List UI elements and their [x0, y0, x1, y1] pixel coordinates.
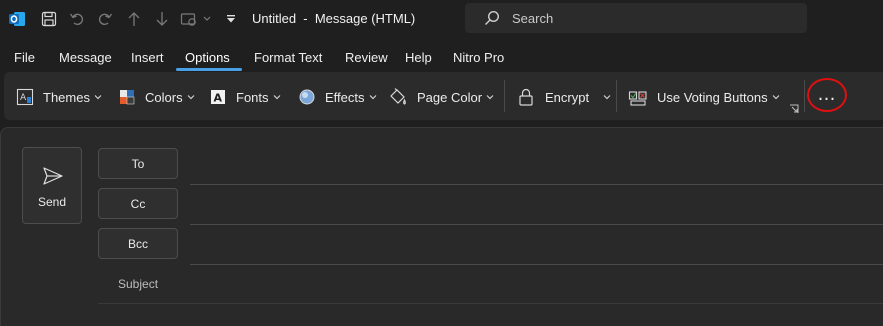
to-field[interactable]	[190, 184, 883, 185]
bcc-button[interactable]: Bcc	[98, 228, 178, 259]
colors-button[interactable]: Colors	[118, 88, 195, 106]
bcc-field[interactable]	[190, 264, 883, 265]
up-arrow-icon[interactable]	[124, 0, 144, 38]
search-placeholder: Search	[512, 11, 554, 26]
fonts-icon: A	[209, 88, 227, 106]
svg-text:A: A	[214, 92, 223, 105]
paint-bucket-icon	[388, 87, 408, 107]
search-icon	[484, 10, 500, 26]
tab-nitro-pro[interactable]: Nitro Pro	[453, 50, 504, 65]
send-button[interactable]: Send	[22, 147, 82, 224]
window-title: Untitled - Message (HTML)	[252, 11, 416, 26]
search-box[interactable]: Search	[465, 3, 807, 33]
chevron-down-icon	[94, 95, 102, 100]
subject-label: Subject	[118, 277, 159, 291]
undo-icon[interactable]	[66, 0, 88, 38]
fonts-label: Fonts	[236, 89, 269, 105]
effects-button[interactable]: Effects	[298, 88, 377, 106]
encrypt-button[interactable]: Encrypt	[518, 88, 611, 106]
svg-text:A: A	[20, 93, 27, 103]
chevron-down-icon	[603, 95, 611, 100]
subject-field[interactable]	[98, 303, 883, 304]
colors-icon	[118, 88, 136, 106]
down-arrow-icon[interactable]	[152, 0, 172, 38]
cc-field[interactable]	[190, 224, 883, 225]
active-tab-indicator	[176, 68, 242, 71]
chevron-down-icon	[486, 95, 494, 100]
tab-insert[interactable]: Insert	[131, 50, 164, 65]
lock-icon	[518, 88, 534, 106]
tab-message[interactable]: Message	[59, 50, 112, 65]
tab-format-text[interactable]: Format Text	[254, 50, 322, 65]
encrypt-label: Encrypt	[545, 89, 590, 105]
tab-options[interactable]: Options	[185, 50, 230, 65]
voting-icon	[628, 87, 648, 107]
themes-button[interactable]: A Themes	[16, 88, 102, 106]
themes-icon: A	[16, 88, 34, 106]
chevron-down-icon	[369, 95, 376, 100]
ribbon-divider	[804, 80, 805, 112]
ribbon-divider	[616, 80, 617, 112]
tab-help[interactable]: Help	[405, 50, 432, 65]
page-color-button[interactable]: Page Color	[388, 88, 494, 106]
outlook-logo-icon	[6, 0, 28, 38]
themes-label: Themes	[43, 89, 90, 105]
effects-label: Effects	[325, 89, 365, 105]
colors-label: Colors	[145, 89, 183, 105]
cc-button[interactable]: Cc	[98, 188, 178, 219]
title-bar: Untitled - Message (HTML) Search	[0, 0, 883, 38]
more-commands-button[interactable]: …	[807, 78, 847, 112]
chevron-down-icon	[273, 95, 280, 100]
insert-image-icon[interactable]	[178, 0, 214, 38]
save-icon[interactable]	[38, 0, 60, 38]
chevron-down-icon	[187, 95, 195, 100]
ribbon: A Themes Colors A Fonts Effects Page Col…	[4, 72, 883, 120]
tab-file[interactable]: File	[14, 50, 35, 65]
redo-icon[interactable]	[94, 0, 116, 38]
page-color-label: Page Color	[417, 89, 483, 105]
send-icon	[42, 165, 64, 187]
ribbon-divider	[504, 80, 505, 112]
effects-icon	[298, 88, 316, 106]
tab-review[interactable]: Review	[345, 50, 388, 65]
voting-buttons-button[interactable]: Use Voting Buttons	[628, 88, 780, 106]
dialog-launcher-icon[interactable]	[789, 104, 799, 114]
customize-qat-icon[interactable]	[224, 0, 238, 38]
fonts-button[interactable]: A Fonts	[209, 88, 281, 106]
to-button[interactable]: To	[98, 148, 178, 179]
chevron-down-icon	[772, 95, 780, 100]
send-label: Send	[37, 195, 67, 209]
more-icon: …	[817, 84, 837, 105]
voting-label: Use Voting Buttons	[657, 89, 768, 105]
ribbon-tabs: File Message Insert Options Format Text …	[0, 46, 883, 71]
